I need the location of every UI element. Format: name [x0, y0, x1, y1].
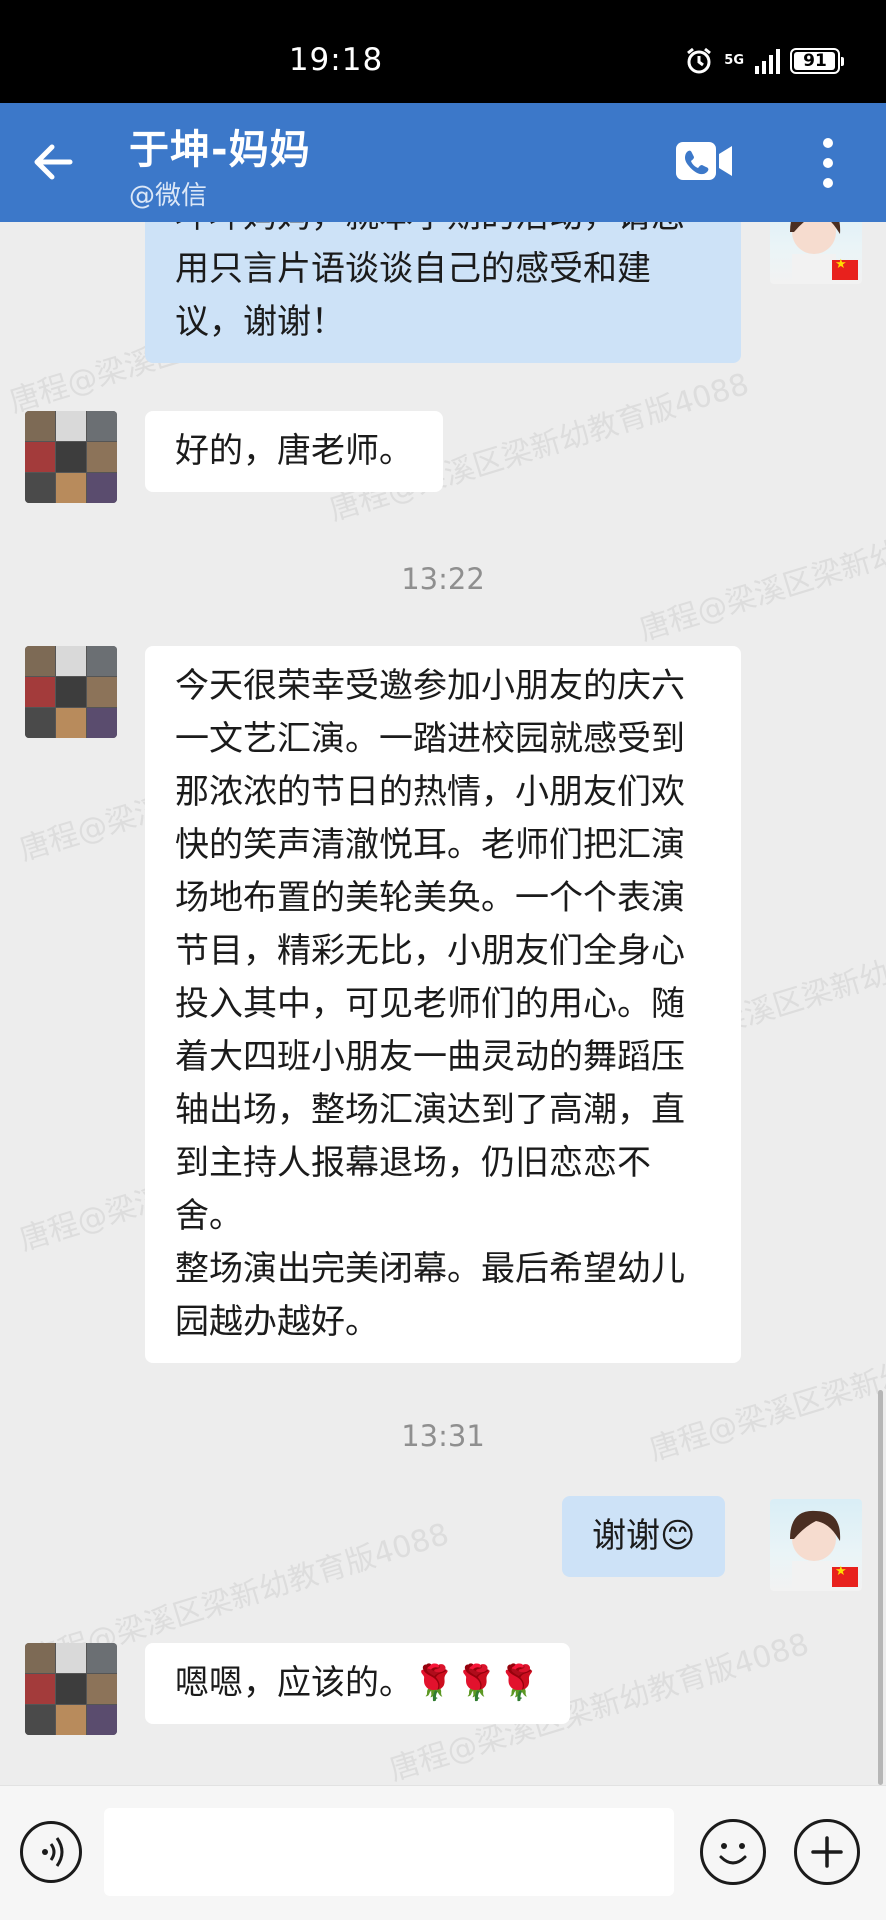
message-timestamp: 13:22 — [401, 562, 485, 596]
message-input[interactable] — [104, 1808, 674, 1896]
status-bar: 19:18 5G 91 — [0, 0, 886, 103]
message-bubble-other[interactable]: 嗯嗯，应该的。🌹🌹🌹 — [145, 1643, 571, 1724]
plus-icon[interactable] — [794, 1819, 860, 1885]
message-bubble-other[interactable]: 好的，唐老师。 — [145, 411, 443, 492]
avatar-other[interactable] — [25, 646, 117, 738]
chat-subtitle: @微信 — [129, 181, 208, 211]
avatar-self[interactable] — [770, 222, 862, 284]
arrow-left-icon[interactable] — [30, 139, 76, 185]
china-flag-icon — [832, 1564, 858, 1587]
emoji-icon[interactable] — [700, 1819, 766, 1885]
more-vertical-icon[interactable] — [810, 135, 846, 191]
message-bubble-self[interactable]: 谢谢😊 — [562, 1496, 726, 1577]
network-label: 5G — [724, 53, 744, 68]
avatar-other[interactable] — [25, 1643, 117, 1735]
battery-icon: 91 — [790, 48, 844, 74]
avatar-self[interactable] — [770, 1499, 862, 1591]
battery-level: 91 — [803, 51, 827, 71]
input-bar — [0, 1785, 886, 1920]
video-call-icon[interactable] — [676, 140, 734, 182]
status-icons: 5G 91 — [684, 46, 844, 76]
avatar-other[interactable] — [25, 411, 117, 503]
chat-header: 于坤-妈妈 @微信 — [0, 103, 886, 222]
signal-icon — [754, 48, 780, 74]
china-flag-icon — [832, 257, 858, 280]
alarm-icon — [684, 46, 714, 76]
voice-icon[interactable] — [20, 1821, 82, 1883]
message-bubble-other[interactable]: 今天很荣幸受邀参加小朋友的庆六一文艺汇演。一踏进校园就感受到那浓浓的节日的热情，… — [145, 646, 741, 1363]
message-timestamp: 13:31 — [401, 1419, 485, 1453]
scrollbar[interactable] — [878, 1390, 883, 1785]
status-time: 19:18 — [288, 42, 384, 78]
chat-title: 于坤-妈妈 — [129, 127, 311, 173]
chat-area[interactable]: 唐程@梁溪区梁新幼教育版4088 唐程@梁溪区梁新幼教育版4088 唐程@梁溪区… — [0, 222, 886, 1785]
message-bubble-self[interactable]: 坤坤妈妈，就本学期的活动，请您用只言片语谈谈自己的感受和建议，谢谢！ — [145, 222, 741, 363]
